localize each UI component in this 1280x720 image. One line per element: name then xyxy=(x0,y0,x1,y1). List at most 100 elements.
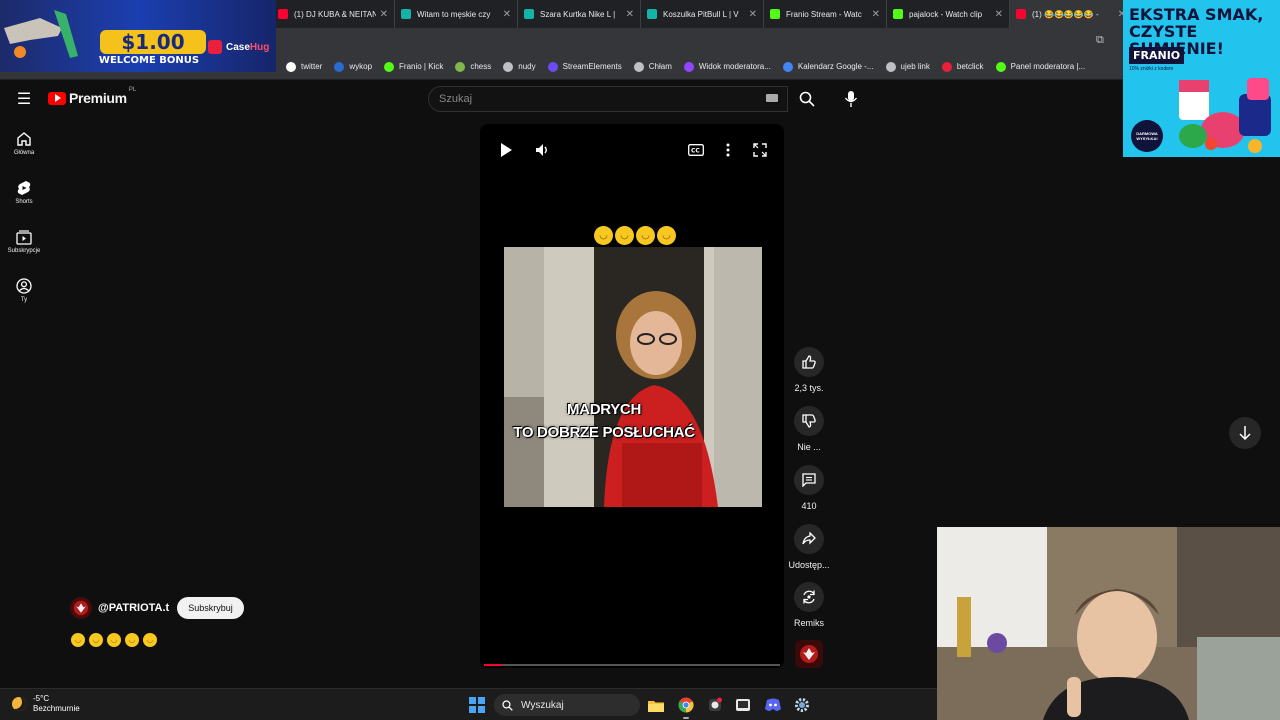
install-app-icon[interactable]: ⧉ xyxy=(1096,34,1104,47)
channel-avatar-button[interactable] xyxy=(795,640,823,668)
browser-tab[interactable]: Witam to męskie czy ✕ xyxy=(395,0,518,28)
bookmark-label: Chłam xyxy=(648,62,672,71)
bookmark-item[interactable]: ujeb link xyxy=(885,61,930,72)
webcam-scene-graphic xyxy=(937,527,1280,720)
keyboard-icon[interactable] xyxy=(766,94,778,102)
screen: ⌄ wykop.pl - newsy, ak✕Stream - Kick Das… xyxy=(0,0,1280,720)
guide-item-home[interactable]: Główna xyxy=(0,131,48,156)
share-button[interactable]: Udostęp... xyxy=(788,524,830,570)
next-video-button[interactable] xyxy=(1229,417,1261,449)
guide-item-you[interactable]: Ty xyxy=(0,278,48,303)
comments-icon-wrap[interactable] xyxy=(794,465,824,495)
laughing-emoji-icon: ◡ xyxy=(636,226,655,245)
tab-label: (1) DJ KUBA & NEITAN xyxy=(294,9,376,19)
chrome-button[interactable] xyxy=(676,695,696,719)
video-progress-bar[interactable] xyxy=(484,664,780,666)
subscribe-button[interactable]: Subskrybuj xyxy=(177,597,244,619)
browser-tab[interactable]: Szara Kurtka Nike L | ✕ xyxy=(518,0,641,28)
comments-button[interactable]: 410 xyxy=(788,465,830,511)
x-icon xyxy=(286,61,296,72)
obs-button[interactable] xyxy=(705,695,725,715)
bookmark-item[interactable]: betclick xyxy=(941,61,984,72)
guide-item-label: Subskrypcje xyxy=(7,248,41,254)
play-button[interactable] xyxy=(496,140,516,160)
bookmark-item[interactable]: Panel moderatora |... xyxy=(995,61,1086,72)
tab-close-icon[interactable]: ✕ xyxy=(626,9,634,20)
streamer-webcam-overlay xyxy=(937,527,1280,720)
globe-icon xyxy=(633,61,644,72)
casino-bonus-text: WELCOME BONUS xyxy=(98,55,200,66)
start-tile xyxy=(478,706,485,713)
casehug-logo-icon xyxy=(208,40,222,54)
globe-icon xyxy=(885,61,896,72)
search-button[interactable] xyxy=(788,86,826,112)
share-icon-wrap[interactable] xyxy=(794,524,824,554)
laughing-emoji-icon: ◡ xyxy=(594,226,613,245)
like-button[interactable]: 2,3 tys. xyxy=(788,347,830,393)
tab-close-icon[interactable]: ✕ xyxy=(503,9,511,20)
search-input[interactable] xyxy=(439,93,759,105)
app-icon xyxy=(736,699,750,711)
tab-close-icon[interactable]: ✕ xyxy=(872,9,880,20)
guide-item-subscriptions[interactable]: Subskrypcje xyxy=(0,229,48,254)
calendar-icon xyxy=(782,61,793,72)
captions-button[interactable]: CC xyxy=(686,140,706,160)
file-explorer-button[interactable] xyxy=(646,695,666,715)
dislike-button[interactable]: Nie ... xyxy=(788,406,830,452)
comment-icon xyxy=(802,473,816,487)
channel-avatar[interactable] xyxy=(70,597,92,619)
volume-button[interactable] xyxy=(532,140,552,160)
tab-close-icon[interactable]: ✕ xyxy=(380,9,388,20)
tab-favicon-icon xyxy=(524,9,534,19)
guide-menu-icon[interactable]: ☰ xyxy=(14,90,34,108)
streamelements-icon xyxy=(547,61,558,72)
chess-pawn-icon xyxy=(455,61,466,72)
guide-item-label: Główna xyxy=(13,150,35,156)
bookmark-label: Panel moderatora |... xyxy=(1010,62,1086,71)
bookmark-item[interactable]: chess xyxy=(455,61,491,72)
remix-button[interactable]: Remiks xyxy=(788,582,830,628)
channel-name[interactable]: @PATRIOTA.t xyxy=(98,602,169,614)
discord-button[interactable] xyxy=(763,695,783,715)
browser-tab[interactable]: Franio Stream - Watc ✕ xyxy=(764,0,887,28)
bookmark-item[interactable]: Chłam xyxy=(633,61,672,72)
like-icon-wrap[interactable] xyxy=(794,347,824,377)
bookmark-item[interactable]: Franio | Kick xyxy=(384,61,444,72)
tab-close-icon[interactable]: ✕ xyxy=(749,9,757,20)
youtube-premium-logo[interactable]: Premium PL xyxy=(48,87,136,106)
wykop-icon xyxy=(334,61,345,72)
gear-icon xyxy=(795,698,809,712)
taskbar-search-box[interactable]: Wyszukaj xyxy=(494,694,640,716)
thumbs-down-icon xyxy=(802,414,816,428)
bookmark-label: Franio | Kick xyxy=(399,62,444,71)
tab-close-icon[interactable]: ✕ xyxy=(995,9,1003,20)
weather-widget[interactable]: -5°C Bezchmurnie xyxy=(12,694,80,714)
capture-app-button[interactable] xyxy=(733,695,753,715)
guide-item-shorts[interactable]: Shorts xyxy=(0,180,48,205)
casehug-logo: Case Hug xyxy=(208,40,269,54)
bookmark-item[interactable]: StreamElements xyxy=(547,61,622,72)
more-vertical-icon xyxy=(726,143,730,157)
eagle-emblem-icon xyxy=(73,600,89,616)
dislike-icon-wrap[interactable] xyxy=(794,406,824,436)
bookmark-item[interactable]: wykop xyxy=(334,61,372,72)
remix-icon-wrap[interactable] xyxy=(794,582,824,612)
windows-start-button[interactable] xyxy=(469,697,485,713)
browser-tab[interactable]: pajalock - Watch clip ✕ xyxy=(887,0,1010,28)
laughing-emoji-icon: ◡ xyxy=(71,633,85,647)
browser-tab[interactable]: (1) 😂😂😂😂😂 - ✕ xyxy=(1010,0,1133,28)
settings-button[interactable] xyxy=(792,695,812,715)
browser-tab[interactable]: (1) DJ KUBA & NEITAN ✕ xyxy=(272,0,395,28)
expand-icon xyxy=(753,143,767,157)
bookmark-item[interactable]: nudy xyxy=(503,61,536,72)
guide-item-label: Shorts xyxy=(15,199,33,205)
browser-tab[interactable]: Koszulka PitBull L | V ✕ xyxy=(641,0,764,28)
more-options-button[interactable] xyxy=(718,140,738,160)
twitch-icon xyxy=(683,61,694,72)
play-icon xyxy=(501,143,512,157)
bookmark-item[interactable]: Widok moderatora... xyxy=(683,61,771,72)
fullscreen-button[interactable] xyxy=(750,140,770,160)
voice-search-button[interactable] xyxy=(838,86,864,112)
bookmark-item[interactable]: Kalendarz Google -... xyxy=(782,61,874,72)
bookmark-item[interactable]: twitter xyxy=(286,61,322,72)
